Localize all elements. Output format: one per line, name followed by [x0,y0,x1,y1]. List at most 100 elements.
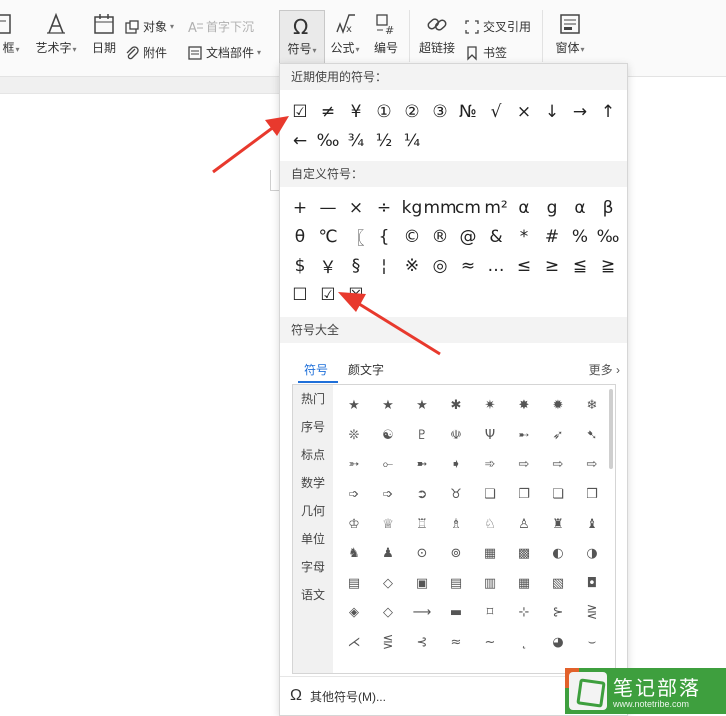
symbol-glyph-item[interactable]: ✹ [541,391,575,421]
custom-symbol-item[interactable]: — [314,193,342,222]
custom-symbol-item[interactable]: © [398,222,426,251]
symbol-glyph-item[interactable]: ◈ [337,598,371,628]
symbol-glyph-item[interactable]: ♇ [405,421,439,451]
custom-symbol-item[interactable]: α [566,193,594,222]
more-link[interactable]: 更多 › [589,361,620,378]
custom-symbol-item[interactable]: @ [454,222,482,251]
custom-symbol-item[interactable]: ≧ [594,251,622,280]
recent-symbol-item[interactable]: → [566,97,594,126]
object-button[interactable]: 对象 ▾ [124,18,174,35]
symbol-glyph-item[interactable]: ♗ [439,509,473,539]
symbol-glyph-item[interactable]: ➩ [371,480,405,510]
category-item[interactable]: 热门 [293,385,333,413]
symbol-glyph-item[interactable]: ♕ [371,509,405,539]
custom-symbol-item[interactable]: m² [482,193,510,222]
custom-symbol-item[interactable]: ≤ [510,251,538,280]
symbol-glyph-item[interactable]: ⋌ [337,628,371,658]
recent-symbol-item[interactable]: ¾ [342,126,370,155]
recent-symbol-item[interactable]: ‰ [314,126,342,155]
symbol-glyph-item[interactable]: ♘ [473,509,507,539]
symbol-glyph-item[interactable]: ♟ [371,539,405,569]
symbol-glyph-item[interactable]: ⊚ [439,539,473,569]
recent-symbol-item[interactable]: ¼ [398,126,426,155]
recent-symbol-item[interactable]: × [510,97,538,126]
category-item[interactable]: 几何 [293,497,333,525]
symbol-glyph-item[interactable]: ⟶ [405,598,439,628]
category-item[interactable]: 字母 [293,553,333,581]
symbol-glyph-item[interactable]: ♉ [439,480,473,510]
symbol-glyph-item[interactable]: ♔ [337,509,371,539]
recent-symbol-item[interactable]: ↑ [594,97,622,126]
date-button[interactable]: 日期 [88,12,120,56]
custom-symbol-item[interactable]: ® [426,222,454,251]
symbol-glyph-item[interactable]: ⇨ [575,450,609,480]
custom-symbol-item[interactable]: % [566,222,594,251]
symbol-glyph-item[interactable]: ✱ [439,391,473,421]
symbol-glyph-item[interactable]: ⋛ [575,598,609,628]
custom-symbol-item[interactable]: ◎ [426,251,454,280]
symbol-glyph-item[interactable]: ❑ [473,480,507,510]
tab-kaomoji[interactable]: 颜文字 [348,361,384,378]
recent-symbol-item[interactable]: ② [398,97,426,126]
bookmark-button[interactable]: 书签 [464,44,507,61]
custom-symbol-item[interactable]: ‰ [594,222,622,251]
custom-symbol-item[interactable]: ☐ [286,280,314,309]
symbol-glyph-item[interactable]: ◘ [575,569,609,599]
symbol-glyph-item[interactable]: ☯ [371,421,405,451]
custom-symbol-item[interactable]: & [482,222,510,251]
symbol-glyph-item[interactable]: ➩ [337,480,371,510]
symbol-glyph-item[interactable]: ▬ [439,598,473,628]
recent-symbol-item[interactable]: ↓ [538,97,566,126]
custom-symbol-item[interactable]: × [342,193,370,222]
textbox-button[interactable]: 框▾ [0,12,22,56]
attachment-button[interactable]: 附件 [124,44,167,61]
symbol-glyph-item[interactable]: ♖ [405,509,439,539]
symbol-glyph-item[interactable]: ★ [337,391,371,421]
category-item[interactable]: 单位 [293,525,333,553]
custom-symbol-item[interactable]: ℃ [314,222,342,251]
symbol-glyph-item[interactable]: ≈ [439,628,473,658]
symbol-glyph-item[interactable]: ⌑ [473,598,507,628]
custom-symbol-item[interactable]: kg [398,193,426,222]
document-parts-button[interactable]: 文档部件 ▾ [187,44,261,61]
symbol-glyph-item[interactable]: ❊ [337,421,371,451]
symbol-glyph-item[interactable]: ◇ [371,569,405,599]
symbol-button[interactable]: Ω 符号▾ [279,10,325,70]
symbol-glyph-item[interactable]: ⊹ [507,598,541,628]
cross-reference-button[interactable]: 交叉引用 [464,18,531,35]
symbol-glyph-item[interactable]: ❐ [507,480,541,510]
recent-symbol-item[interactable]: ½ [370,126,398,155]
custom-symbol-item[interactable]: ￥ [314,251,342,280]
custom-symbol-item[interactable]: θ [286,222,314,251]
symbol-glyph-item[interactable]: ❒ [575,480,609,510]
symbol-glyph-item[interactable]: ✷ [473,391,507,421]
symbol-glyph-item[interactable]: Ψ [473,421,507,451]
symbol-glyph-item[interactable]: ▣ [405,569,439,599]
symbol-glyph-item[interactable]: ▥ [473,569,507,599]
custom-symbol-item[interactable]: β [594,193,622,222]
custom-symbol-item[interactable]: * [510,222,538,251]
symbol-glyph-item[interactable]: ⊰ [405,628,439,658]
recent-symbol-item[interactable]: ≠ [314,97,342,126]
formula-button[interactable]: x 公式▾ [327,12,363,56]
window-form-button[interactable]: 窗体▾ [550,12,590,56]
custom-symbol-item[interactable]: cm [454,193,482,222]
recent-symbol-item[interactable]: ¥ [342,97,370,126]
symbol-glyph-item[interactable]: ⟜ [371,450,405,480]
scrollbar[interactable] [609,389,613,469]
custom-symbol-item[interactable]: ≥ [538,251,566,280]
custom-symbol-item[interactable]: + [286,193,314,222]
custom-symbol-item[interactable]: ≈ [454,251,482,280]
symbol-glyph-item[interactable]: ❄ [575,391,609,421]
symbol-glyph-item[interactable]: ➷ [575,421,609,451]
symbol-glyph-item[interactable]: ▤ [337,569,371,599]
symbol-glyph-item[interactable]: ˛ [507,628,541,658]
custom-symbol-item[interactable]: § [342,251,370,280]
symbol-glyph-item[interactable]: ☫ [439,421,473,451]
recent-symbol-item[interactable]: ③ [426,97,454,126]
symbol-glyph-item[interactable]: ★ [405,391,439,421]
custom-symbol-item[interactable]: $ [286,251,314,280]
custom-symbol-item[interactable]: ※ [398,251,426,280]
recent-symbol-item[interactable]: √ [482,97,510,126]
custom-symbol-item[interactable]: … [482,251,510,280]
